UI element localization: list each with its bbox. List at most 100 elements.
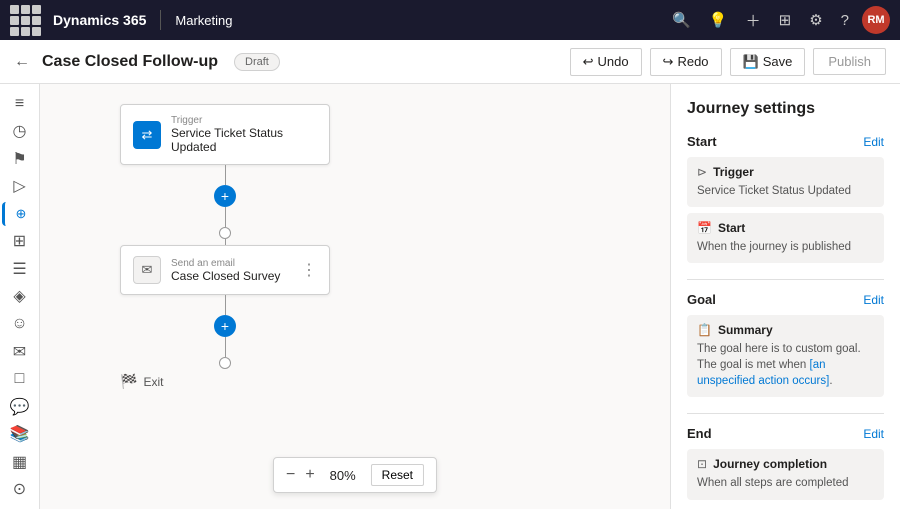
sidebar-item-chat[interactable]: 💬: [2, 395, 38, 419]
sidebar-item-email[interactable]: ✉: [2, 340, 38, 364]
sidebar-item-form[interactable]: □: [2, 367, 38, 391]
settings-icon[interactable]: ⚙: [809, 11, 822, 29]
email-node-text: Send an email Case Closed Survey: [171, 258, 280, 283]
redo-button[interactable]: ↪ Redo: [650, 48, 722, 76]
trigger-card-icon: ⊳: [697, 165, 707, 179]
divider-2: [687, 413, 884, 414]
summary-text-before: The goal here is to custom goal. The goa…: [697, 343, 861, 371]
trigger-card-text: Service Ticket Status Updated: [697, 183, 874, 199]
filter-icon[interactable]: ⊞: [779, 11, 792, 29]
zoom-bar: − + 80% Reset: [273, 457, 437, 493]
settings-start-section: Start Edit ⊳ Trigger Service Ticket Stat…: [687, 134, 884, 263]
zoom-reset-button[interactable]: Reset: [371, 464, 424, 486]
completion-card-icon: ⊡: [697, 457, 707, 471]
sidebar-item-contact[interactable]: ☺: [2, 312, 38, 336]
page-title: Case Closed Follow-up: [42, 53, 218, 71]
summary-card-header: 📋 Summary: [697, 323, 874, 337]
trigger-value: Service Ticket Status Updated: [171, 126, 317, 154]
undo-button[interactable]: ↩ Undo: [570, 48, 642, 76]
nav-divider: [160, 10, 161, 30]
connector-line-3: [225, 239, 226, 245]
sidebar-item-segment[interactable]: ◈: [2, 285, 38, 309]
back-button[interactable]: ←: [14, 53, 30, 71]
sidebar-item-settings2[interactable]: ⊙: [2, 477, 38, 501]
trigger-card-header: ⊳ Trigger: [697, 165, 874, 179]
email-node-menu[interactable]: ⋮: [301, 260, 317, 280]
app-grid-icon[interactable]: [10, 5, 41, 36]
start-card-icon: 📅: [697, 221, 712, 235]
start-card: 📅 Start When the journey is published: [687, 213, 884, 263]
email-value: Case Closed Survey: [171, 269, 280, 283]
start-edit-button[interactable]: Edit: [863, 135, 884, 149]
settings-start-header: Start Edit: [687, 134, 884, 149]
sidebar: ≡ ◷ ⚑ ▷ ⊕ ⊞ ☰ ◈ ☺ ✉ □ 💬 📚 ▦ ⊙: [0, 84, 40, 509]
plus-icon[interactable]: ＋: [746, 10, 761, 31]
sidebar-item-menu[interactable]: ≡: [2, 92, 38, 116]
goal-edit-button[interactable]: Edit: [863, 293, 884, 307]
avatar[interactable]: RM: [862, 6, 890, 34]
add-step-button-2[interactable]: +: [214, 315, 236, 337]
end-section-label: End: [687, 426, 712, 441]
publish-label: Publish: [828, 54, 871, 69]
save-icon: 💾: [743, 54, 759, 70]
redo-icon: ↪: [663, 54, 674, 70]
completion-card-title: Journey completion: [713, 457, 827, 471]
settings-panel: Journey settings Start Edit ⊳ Trigger Se…: [670, 84, 900, 509]
email-type-label: Send an email: [171, 258, 280, 269]
start-card-text: When the journey is published: [697, 239, 874, 255]
trigger-icon: ⇄: [133, 121, 161, 149]
completion-card: ⊡ Journey completion When all steps are …: [687, 449, 884, 499]
redo-label: Redo: [677, 54, 708, 69]
connector-line-1: [225, 165, 226, 185]
end-edit-button[interactable]: Edit: [863, 427, 884, 441]
trigger-node[interactable]: ⇄ Trigger Service Ticket Status Updated: [120, 104, 330, 165]
sidebar-item-grid[interactable]: ⊞: [2, 230, 38, 254]
connector-line-4: [225, 295, 226, 315]
connector-2: +: [120, 295, 330, 369]
summary-card: 📋 Summary The goal here is to custom goa…: [687, 315, 884, 397]
connector-line-2: [225, 207, 226, 227]
completion-card-text: When all steps are completed: [697, 475, 874, 491]
start-card-header: 📅 Start: [697, 221, 874, 235]
undo-label: Undo: [597, 54, 628, 69]
goal-section-label: Goal: [687, 292, 716, 307]
sidebar-item-history[interactable]: ◷: [2, 120, 38, 144]
connector-1: +: [120, 165, 330, 245]
add-step-button-1[interactable]: +: [214, 185, 236, 207]
canvas: ⇄ Trigger Service Ticket Status Updated …: [40, 84, 670, 509]
trigger-node-text: Trigger Service Ticket Status Updated: [171, 115, 317, 154]
settings-end-section: End Edit ⊡ Journey completion When all s…: [687, 426, 884, 499]
sidebar-item-list[interactable]: ☰: [2, 257, 38, 281]
trigger-card: ⊳ Trigger Service Ticket Status Updated: [687, 157, 884, 207]
save-button[interactable]: 💾 Save: [730, 48, 806, 76]
settings-title: Journey settings: [687, 100, 884, 118]
sidebar-item-analytics[interactable]: ▦: [2, 450, 38, 474]
canvas-content: ⇄ Trigger Service Ticket Status Updated …: [120, 104, 330, 390]
trigger-card-title: Trigger: [713, 165, 754, 179]
help-icon[interactable]: ?: [841, 12, 849, 29]
exit-label: Exit: [143, 375, 163, 389]
zoom-plus-button[interactable]: +: [305, 466, 314, 484]
search-icon[interactable]: 🔍: [672, 11, 691, 29]
publish-button[interactable]: Publish: [813, 48, 886, 75]
email-icon: ✉: [133, 256, 161, 284]
zoom-minus-button[interactable]: −: [286, 466, 295, 484]
lightbulb-icon[interactable]: 💡: [709, 11, 728, 29]
settings-goal-header: Goal Edit: [687, 292, 884, 307]
settings-end-header: End Edit: [687, 426, 884, 441]
divider-1: [687, 279, 884, 280]
sidebar-item-library[interactable]: 📚: [2, 422, 38, 446]
sidebar-item-play[interactable]: ▷: [2, 175, 38, 199]
sidebar-item-journey[interactable]: ⊕: [2, 202, 38, 226]
start-card-title: Start: [718, 221, 745, 235]
email-node[interactable]: ✉ Send an email Case Closed Survey ⋮: [120, 245, 330, 295]
connector-circle-2: [219, 357, 231, 369]
save-label: Save: [763, 54, 793, 69]
status-badge: Draft: [234, 53, 280, 71]
start-section-label: Start: [687, 134, 717, 149]
connector-circle-1: [219, 227, 231, 239]
sidebar-item-flag[interactable]: ⚑: [2, 147, 38, 171]
connector-line-5: [225, 337, 226, 357]
exit-node: 🏁 Exit: [120, 373, 330, 390]
summary-card-title: Summary: [718, 323, 773, 337]
